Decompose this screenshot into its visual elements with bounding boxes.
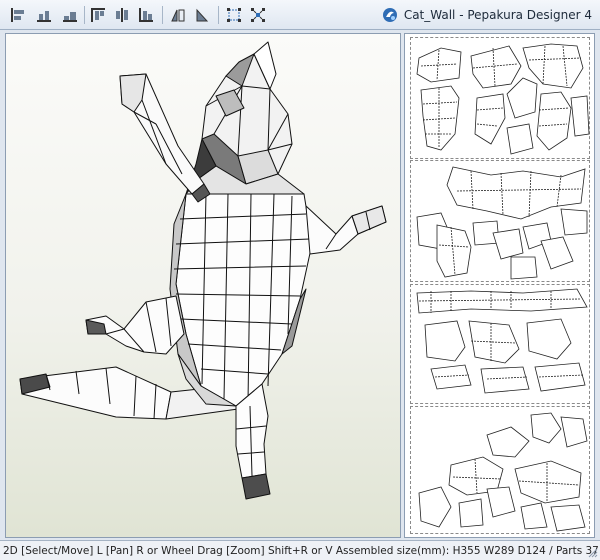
align-middle-vertical-icon[interactable]	[112, 5, 132, 25]
align-right-icon[interactable]	[60, 5, 80, 25]
toolbar: Cat_Wall - Pepakura Designer 4	[0, 0, 600, 30]
paper-sheet	[410, 160, 590, 282]
toolbar-separator	[84, 6, 85, 24]
unfolded-parts	[416, 288, 588, 394]
unfolded-parts	[418, 412, 588, 532]
toolbar-separator	[162, 6, 163, 24]
flip-horizontal-icon[interactable]	[168, 5, 188, 25]
status-bar: 2D [Select/Move] L [Pan] R or Wheel Drag…	[0, 540, 600, 560]
toolbar-separator	[218, 6, 219, 24]
align-top-icon[interactable]	[88, 5, 108, 25]
paper-sheet	[410, 37, 590, 159]
align-left-icon[interactable]	[8, 5, 28, 25]
align-bottom-icon[interactable]	[136, 5, 156, 25]
select-parts-icon[interactable]	[248, 5, 268, 25]
cat-model-3d	[19, 41, 387, 500]
resize-grip-icon[interactable]	[588, 548, 598, 558]
viewport-3d[interactable]	[5, 33, 401, 538]
paper-sheet	[410, 406, 590, 534]
status-text: 2D [Select/Move] L [Pan] R or Wheel Drag…	[3, 544, 599, 557]
pepakura-logo-icon	[382, 8, 397, 22]
unfolded-parts	[416, 43, 590, 155]
unfolded-parts	[416, 166, 588, 280]
align-center-horizontal-icon[interactable]	[34, 5, 54, 25]
window-title-area: Cat_Wall - Pepakura Designer 4	[382, 0, 592, 30]
rotate-icon[interactable]	[192, 5, 212, 25]
select-box-icon[interactable]	[224, 5, 244, 25]
paper-sheet	[410, 284, 590, 404]
window-title: Cat_Wall - Pepakura Designer 4	[403, 8, 592, 22]
viewport-2d-unfold[interactable]	[404, 33, 595, 538]
